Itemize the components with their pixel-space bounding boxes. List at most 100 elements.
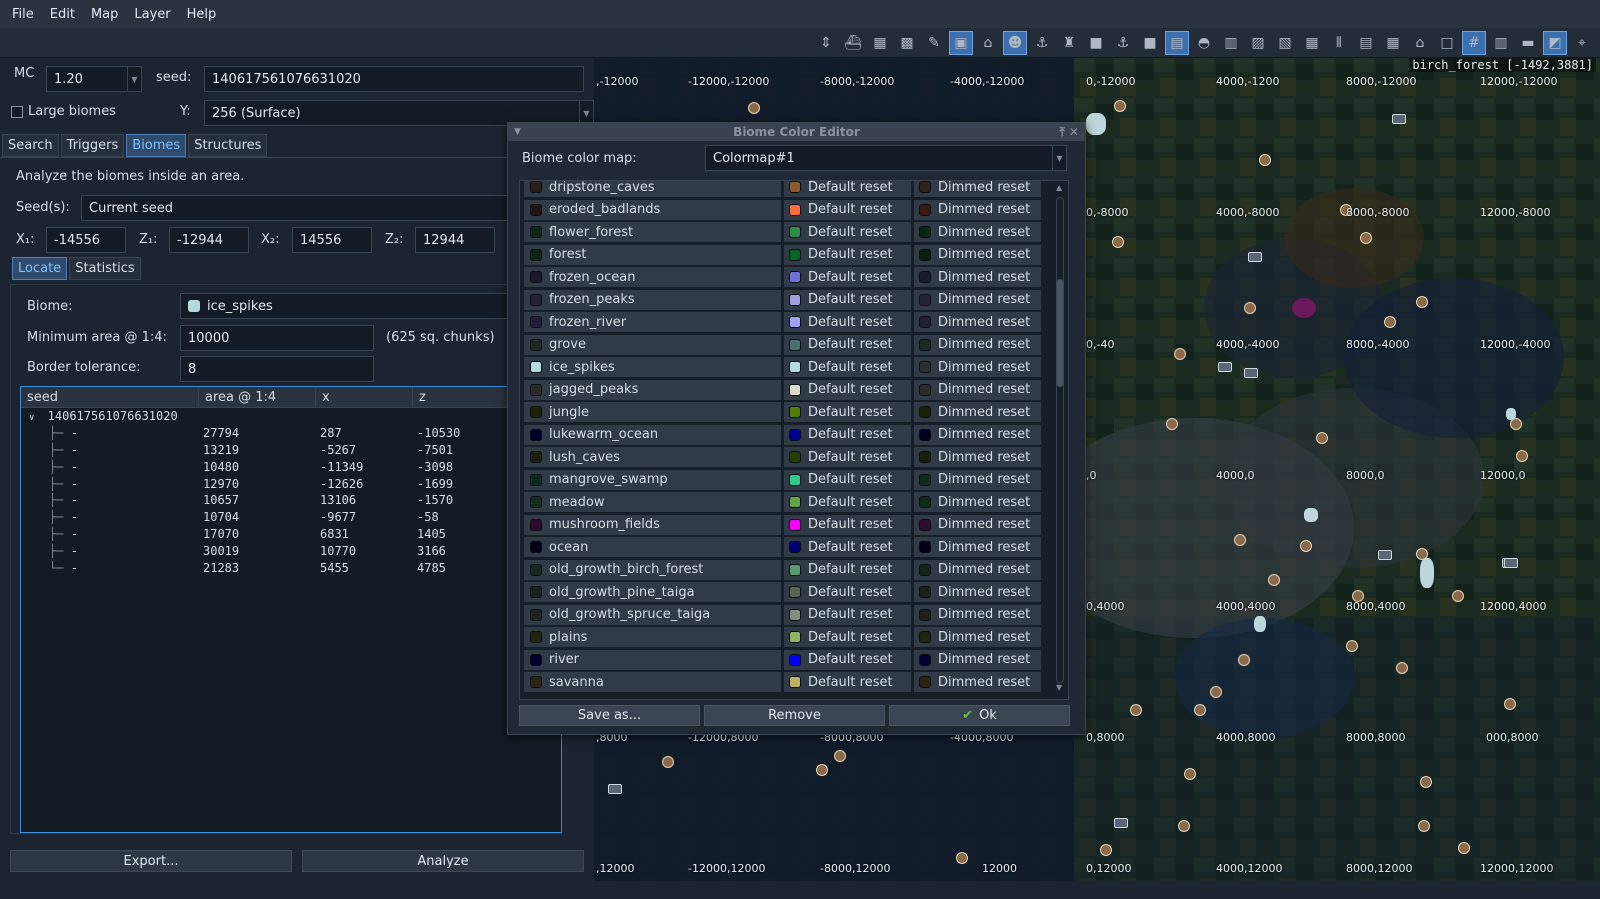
outpost-icon[interactable]: [608, 784, 622, 794]
biome-name-button[interactable]: jagged_peaks: [524, 379, 781, 400]
large-biomes-checkbox[interactable]: [11, 105, 23, 118]
scroll-down-icon[interactable]: ▼: [1056, 683, 1062, 692]
dimmed-reset-button[interactable]: Dimmed reset: [914, 222, 1041, 242]
table-row[interactable]: ├─ - 30019 10770 3166: [21, 542, 561, 559]
village-icon[interactable]: [1300, 540, 1312, 552]
default-reset-button[interactable]: Default reset: [784, 559, 911, 580]
village-icon[interactable]: [1504, 698, 1516, 710]
village-icon[interactable]: [1316, 432, 1328, 444]
frame-icon[interactable]: □: [1435, 31, 1459, 55]
x1-input[interactable]: -14556: [46, 227, 126, 253]
block-icon[interactable]: ■: [1084, 31, 1108, 55]
anchor2-icon[interactable]: ⚓: [1111, 31, 1135, 55]
table-row[interactable]: └─ - 21283 5455 4785: [21, 559, 561, 576]
remove-button[interactable]: Remove: [704, 705, 885, 726]
biome-name-button[interactable]: eroded_badlands: [524, 199, 781, 220]
village-icon[interactable]: [1244, 302, 1256, 314]
village-icon[interactable]: [1194, 704, 1206, 716]
biome-name-button[interactable]: lush_caves: [524, 447, 781, 467]
default-reset-button[interactable]: Default reset: [784, 222, 911, 242]
village-icon[interactable]: [1112, 236, 1124, 248]
village-icon[interactable]: [1452, 590, 1464, 602]
dimmed-reset-button[interactable]: Dimmed reset: [914, 492, 1041, 512]
portal-icon[interactable]: ⌂: [976, 31, 1000, 55]
biome-name-button[interactable]: meadow: [524, 492, 781, 512]
col-seed[interactable]: seed: [21, 387, 199, 407]
scroll-track[interactable]: [1056, 197, 1064, 683]
outpost-icon[interactable]: [1244, 368, 1258, 378]
outpost-icon[interactable]: ▤: [1165, 31, 1189, 55]
biome-name-button[interactable]: old_growth_birch_forest: [524, 559, 781, 580]
village-icon[interactable]: [662, 756, 674, 768]
village-icon[interactable]: [1259, 154, 1271, 166]
map-image-icon[interactable]: ◩: [1543, 31, 1567, 55]
column-icon[interactable]: ⫴: [1327, 31, 1351, 55]
dimmed-reset-button[interactable]: Dimmed reset: [914, 199, 1041, 220]
default-reset-button[interactable]: Default reset: [784, 289, 911, 310]
biome-name-button[interactable]: flower_forest: [524, 222, 781, 242]
biome-name-button[interactable]: old_growth_spruce_taiga: [524, 604, 781, 625]
village-icon[interactable]: [1384, 316, 1396, 328]
default-reset-button[interactable]: Default reset: [784, 447, 911, 467]
default-reset-button[interactable]: Default reset: [784, 537, 911, 557]
default-reset-button[interactable]: Default reset: [784, 514, 911, 535]
ruin-icon[interactable]: ▦: [868, 31, 892, 55]
dimmed-reset-button[interactable]: Dimmed reset: [914, 514, 1041, 535]
biome-name-button[interactable]: frozen_ocean: [524, 267, 781, 287]
analyze-button[interactable]: Analyze: [302, 850, 584, 872]
village-icon[interactable]: [1396, 662, 1408, 674]
village-icon[interactable]: [956, 852, 968, 864]
village-icon[interactable]: [1360, 232, 1372, 244]
menu-help[interactable]: Help: [179, 7, 225, 22]
biome-name-button[interactable]: frozen_peaks: [524, 289, 781, 310]
default-reset-button[interactable]: Default reset: [784, 181, 911, 197]
village-icon[interactable]: [1416, 548, 1428, 560]
biome-name-button[interactable]: grove: [524, 334, 781, 355]
dimmed-reset-button[interactable]: Dimmed reset: [914, 424, 1041, 445]
updown-icon[interactable]: ⇕: [814, 31, 838, 55]
tower-icon[interactable]: ♜: [1057, 31, 1081, 55]
default-reset-button[interactable]: Default reset: [784, 649, 911, 670]
menu-file[interactable]: File: [4, 7, 42, 22]
biome-name-button[interactable]: old_growth_pine_taiga: [524, 582, 781, 602]
border-tolerance-input[interactable]: 8: [180, 356, 374, 382]
biome-name-button[interactable]: ocean: [524, 537, 781, 557]
village-icon[interactable]: [1100, 844, 1112, 856]
seeds-select[interactable]: Current seed: [81, 195, 521, 221]
default-reset-button[interactable]: Default reset: [784, 672, 911, 692]
dimmed-reset-button[interactable]: Dimmed reset: [914, 267, 1041, 287]
biome-name-button[interactable]: dripstone_caves: [524, 181, 781, 197]
ok-button[interactable]: ✔ Ok: [889, 705, 1070, 726]
dimmed-reset-button[interactable]: Dimmed reset: [914, 402, 1041, 422]
village-icon[interactable]: [1346, 640, 1358, 652]
square-icon[interactable]: ■: [1138, 31, 1162, 55]
dimmed-reset-button[interactable]: Dimmed reset: [914, 649, 1041, 670]
dimmed-reset-button[interactable]: Dimmed reset: [914, 357, 1041, 377]
tab-statistics[interactable]: Statistics: [69, 257, 141, 280]
menu-edit[interactable]: Edit: [42, 7, 83, 22]
village-icon[interactable]: [1130, 704, 1142, 716]
default-reset-button[interactable]: Default reset: [784, 604, 911, 625]
biome-name-button[interactable]: river: [524, 649, 781, 670]
default-reset-button[interactable]: Default reset: [784, 267, 911, 287]
village-icon[interactable]: [834, 750, 846, 762]
dimmed-reset-button[interactable]: Dimmed reset: [914, 244, 1041, 265]
biome-name-button[interactable]: mushroom_fields: [524, 514, 781, 535]
biome-name-button[interactable]: frozen_river: [524, 312, 781, 332]
biome-list-scrollbar[interactable]: ▲ ▼: [1054, 183, 1066, 697]
save-as-button[interactable]: Save as...: [519, 705, 700, 726]
biome-name-button[interactable]: savanna: [524, 672, 781, 692]
biome-select[interactable]: ice_spikes: [180, 293, 510, 319]
tab-triggers[interactable]: Triggers: [60, 134, 125, 157]
village-icon[interactable]: [748, 102, 760, 114]
dimmed-reset-button[interactable]: Dimmed reset: [914, 672, 1041, 692]
default-reset-button[interactable]: Default reset: [784, 334, 911, 355]
village-icon[interactable]: [1458, 842, 1470, 854]
min-area-input[interactable]: 10000: [180, 325, 374, 351]
menu-map[interactable]: Map: [83, 7, 126, 22]
outpost-icon[interactable]: [1218, 362, 1232, 372]
mansion-icon[interactable]: ▧: [1273, 31, 1297, 55]
village-icon[interactable]: [1418, 820, 1430, 832]
table-row[interactable]: ├─ - 10657 13106 -1570: [21, 492, 561, 509]
results-table[interactable]: seed area @ 1:4 x z ∨ 140617561076631020…: [20, 386, 562, 833]
